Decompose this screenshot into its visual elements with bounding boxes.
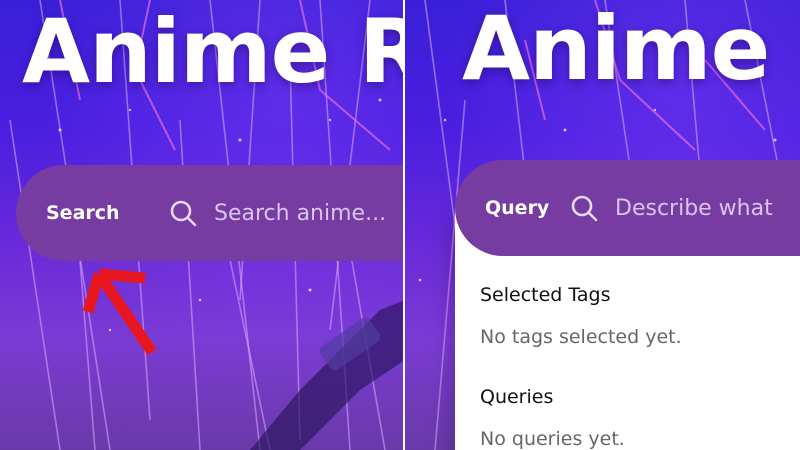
queries-empty-text: No queries yet. bbox=[480, 428, 625, 450]
query-bar[interactable]: Query bbox=[455, 160, 800, 256]
hero-title: Anime R bbox=[22, 0, 405, 103]
search-bar[interactable]: Search bbox=[16, 165, 405, 261]
search-mode-toggle[interactable]: Search bbox=[46, 202, 168, 224]
search-icon bbox=[571, 195, 598, 222]
query-input[interactable] bbox=[615, 195, 800, 221]
search-input[interactable] bbox=[214, 200, 405, 226]
selected-tags-empty-text: No tags selected yet. bbox=[480, 326, 682, 348]
hero-title: Anime bbox=[462, 0, 770, 100]
queries-heading: Queries bbox=[480, 386, 554, 408]
query-mode-toggle[interactable]: Query bbox=[485, 197, 569, 219]
selected-tags-heading: Selected Tags bbox=[480, 284, 611, 306]
search-icon bbox=[170, 200, 197, 227]
left-screenshot-panel: Anime R Search bbox=[0, 0, 405, 450]
right-screenshot-panel: Anime Selected Tags No tags selected yet… bbox=[405, 0, 800, 450]
